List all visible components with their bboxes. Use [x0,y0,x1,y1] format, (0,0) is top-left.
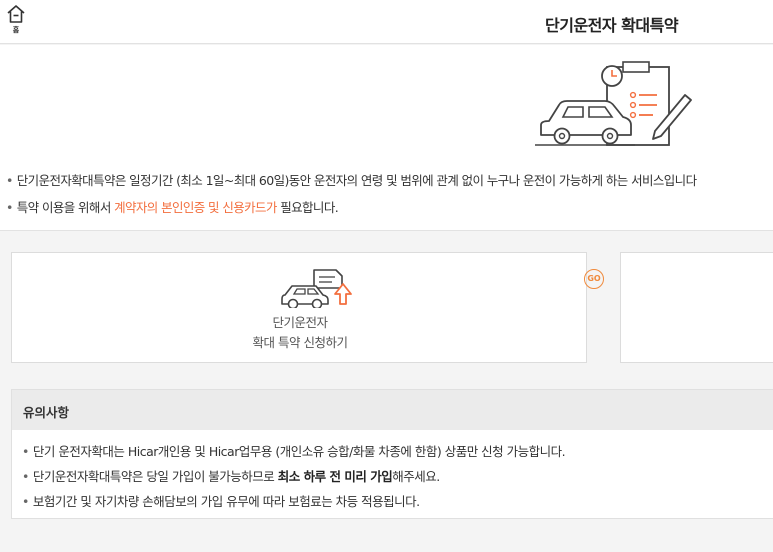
car-clipboard-illustration [535,61,692,146]
car-document-icon [281,269,352,308]
notice-list: • 단기 운전자확대는 Hicar개인용 및 Hicar업무용 (개인소유 승합/… [12,441,773,510]
notice-item: • 단기운전자확대특약은 당일 가입이 불가능하므로 최소 하루 전 미리 가입해… [22,469,440,484]
intro-section: • 단기운전자확대특약은 일정기간 (최소 1일~최대 60일)동안 운전자의 연… [0,45,773,231]
home-icon [7,5,25,23]
intro-bullet: • 단기운전자확대특약은 일정기간 (최소 1일~최대 60일)동안 운전자의 연… [6,173,697,188]
notice-item: • 단기 운전자확대는 Hicar개인용 및 Hicar업무용 (개인소유 승합/… [22,444,566,459]
notice-section: 유의사항 • 단기 운전자확대는 Hicar개인용 및 Hicar업무용 (개인소… [11,389,773,519]
apply-card-label: 단기운전자 확대 특약 신청하기 [12,313,588,353]
secondary-card[interactable] [620,252,773,363]
page-title: 단기운전자 확대특약 [545,16,679,35]
intro-bullets: • 단기운전자확대특약은 일정기간 (최소 1일~최대 60일)동안 운전자의 연… [6,170,697,224]
notice-title: 유의사항 [12,390,773,430]
home-label: 홈 [12,26,20,34]
highlight-text: 계약자의 본인인증 및 신용카드가 [114,200,277,215]
apply-card-line2: 확대 특약 신청하기 [252,335,348,350]
notice-emphasis: 최소 하루 전 미리 가입 [277,469,393,484]
header: 홈 단기운전자 확대특약 [0,0,773,44]
notice-item: • 보험기간 및 자기차량 손해담보의 가입 유무에 따라 보험료는 차등 적용됩… [22,494,420,509]
home-button[interactable]: 홈 [5,4,27,40]
apply-card[interactable]: GO 단기운전자 확대 특약 신청하기 [11,252,604,363]
intro-bullet: • 특약 이용을 위해서 계약자의 본인인증 및 신용카드가 필요합니다. [6,200,339,215]
apply-card-line1: 단기운전자 [272,315,328,330]
go-badge-icon[interactable]: GO [584,269,604,289]
